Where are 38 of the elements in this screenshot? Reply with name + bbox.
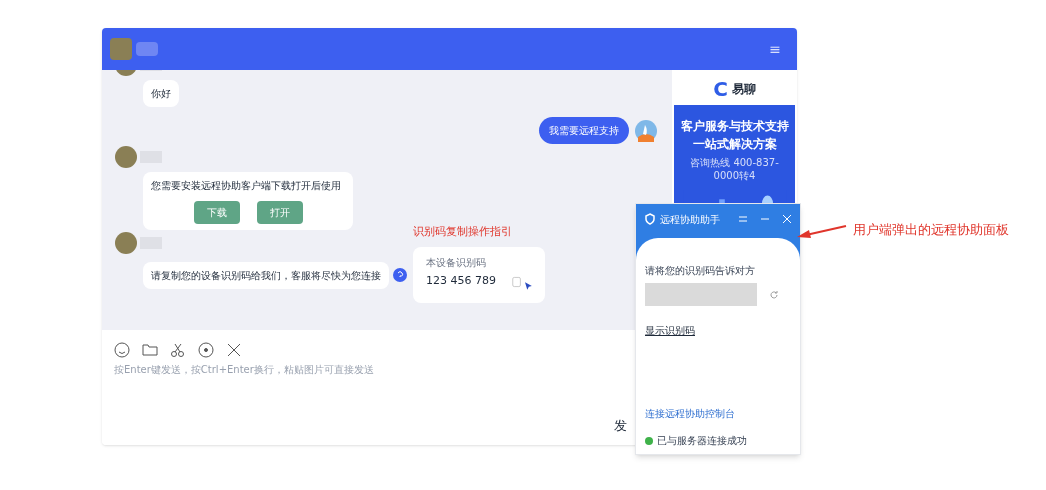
folder-icon[interactable] — [142, 342, 158, 358]
console-link[interactable]: 连接远程协助控制台 — [645, 406, 791, 421]
redacted-name — [136, 42, 158, 56]
action-button[interactable]: 下载 — [193, 201, 240, 224]
avatar — [115, 146, 137, 168]
identifier-label: 本设备识别码 — [426, 255, 487, 270]
message-text: 您需要安装远程协助客户端下载打开后使用 — [151, 179, 342, 193]
send-button[interactable]: 发 — [614, 415, 627, 435]
logo-text: 易聊 — [731, 81, 756, 98]
message-bubble: 我需要远程支持 — [539, 117, 629, 144]
help-icon[interactable] — [393, 268, 407, 282]
message-bubble: 请复制您的设备识别码给我们，客服将尽快为您连接 — [143, 261, 389, 289]
banner-title: 客户服务与技术支持 — [680, 118, 789, 135]
annotation-text: 用户端弹出的远程协助面板 — [853, 221, 1009, 239]
action-button[interactable]: 打开 — [256, 201, 303, 224]
avatar — [635, 119, 657, 142]
message-bubble: 你好 — [143, 80, 179, 107]
menu-icon[interactable] — [738, 214, 748, 224]
cursor-icon — [525, 280, 532, 291]
target-icon[interactable] — [198, 342, 214, 358]
scissors-icon[interactable] — [170, 342, 186, 358]
annotation-text: 识别码复制操作指引 — [413, 224, 513, 240]
input-hint: 按Enter键发送，按Ctrl+Enter换行，粘贴图片可直接发送 — [114, 363, 375, 377]
banner-subtitle: 咨询热线 400-837-0000转4 — [689, 157, 780, 182]
logo-mark: C — [713, 76, 728, 103]
status-text: 已与服务器连接成功 — [657, 434, 747, 448]
shield-icon — [644, 213, 656, 225]
close-icon[interactable] — [226, 342, 242, 358]
avatar — [115, 232, 137, 254]
prompt-text: 请将您的识别码告诉对方 — [645, 264, 756, 278]
input-area[interactable]: 按Enter键发送，按Ctrl+Enter换行，粘贴图片可直接发送 — [102, 330, 610, 445]
avatar — [110, 38, 132, 60]
refresh-icon[interactable] — [769, 289, 779, 300]
show-code-link[interactable]: 显示识别码 — [645, 323, 791, 338]
banner-title: 一站式解决方案 — [692, 136, 777, 153]
identifier-value: 123 456 789 — [426, 273, 496, 290]
smiley-icon[interactable] — [114, 342, 130, 358]
menu-button[interactable]: ≡ — [769, 39, 789, 59]
